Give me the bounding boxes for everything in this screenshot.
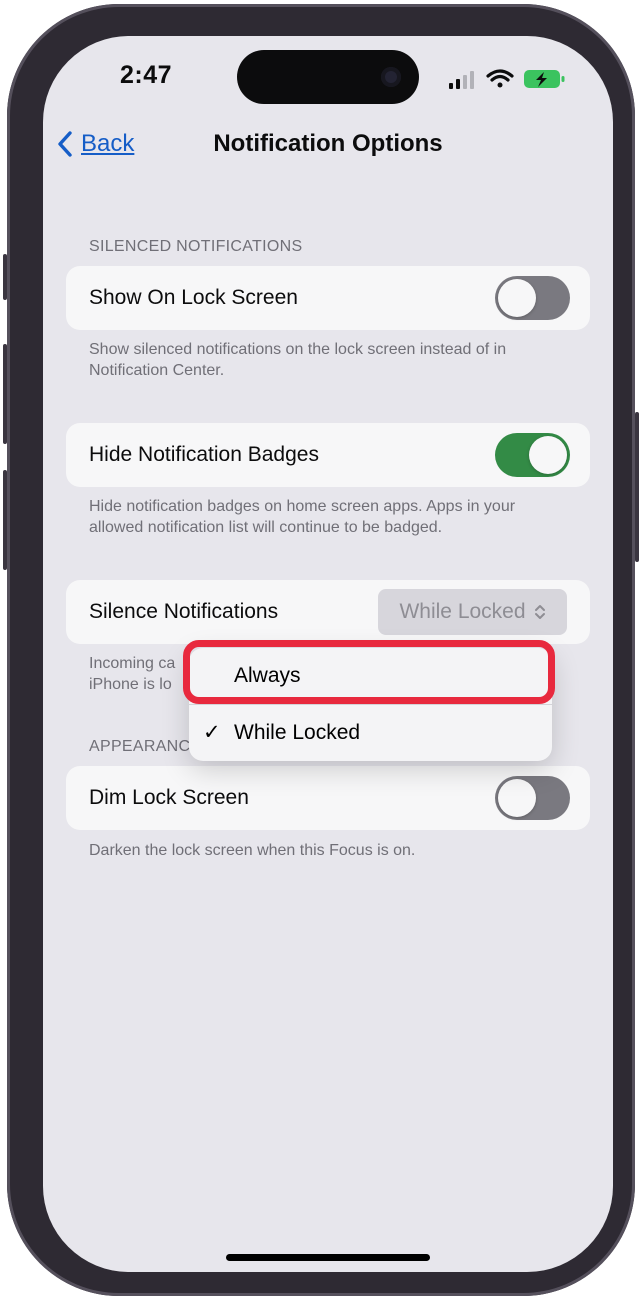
menu-item-label: While Locked bbox=[234, 721, 361, 744]
dynamic-island bbox=[237, 50, 419, 104]
row-label: Hide Notification Badges bbox=[89, 443, 319, 466]
dim-lock-screen-toggle[interactable] bbox=[495, 776, 570, 820]
page-title: Notification Options bbox=[213, 130, 443, 157]
footnote-hide-badges: Hide notification badges on home screen … bbox=[89, 498, 516, 536]
wifi-icon bbox=[486, 69, 514, 88]
menu-item-while-locked[interactable]: ✓ While Locked bbox=[189, 705, 552, 761]
phone-frame: 2:47 Back Notification Options SILENCED … bbox=[3, 4, 639, 1296]
checkmark-icon: ✓ bbox=[203, 721, 221, 744]
popup-selected-value: While Locked bbox=[399, 600, 526, 623]
silence-notifications-menu: Always ✓ While Locked bbox=[189, 648, 552, 761]
show-on-lock-screen-toggle[interactable] bbox=[495, 276, 570, 320]
hide-badges-toggle[interactable] bbox=[495, 433, 570, 477]
section-header-appearance: APPEARANC bbox=[89, 738, 191, 755]
screen: 2:47 Back Notification Options SILENCED … bbox=[43, 36, 613, 1272]
menu-item-label: Always bbox=[234, 664, 301, 687]
battery-charging-icon bbox=[524, 70, 565, 88]
front-camera-icon bbox=[381, 67, 401, 87]
home-indicator[interactable] bbox=[226, 1254, 430, 1261]
menu-item-always[interactable]: Always bbox=[189, 648, 552, 704]
row-dim-lock-screen: Dim Lock Screen bbox=[66, 766, 590, 830]
footnote-dim-lock-screen: Darken the lock screen when this Focus i… bbox=[89, 842, 416, 859]
power-button bbox=[635, 412, 639, 562]
row-label: Silence Notifications bbox=[89, 600, 279, 623]
row-label: Dim Lock Screen bbox=[89, 786, 249, 809]
action-button bbox=[3, 254, 7, 300]
section-header-silenced: SILENCED NOTIFICATIONS bbox=[89, 238, 303, 255]
row-show-on-lock-screen: Show On Lock Screen bbox=[66, 266, 590, 330]
row-silence-notifications: Silence Notifications While Locked bbox=[66, 580, 590, 644]
cellular-signal-icon bbox=[449, 71, 474, 89]
footnote-show-on-lock-screen: Show silenced notifications on the lock … bbox=[89, 341, 507, 379]
silence-notifications-popup-button[interactable]: While Locked bbox=[378, 589, 567, 635]
volume-down-button bbox=[3, 470, 7, 570]
status-icons bbox=[449, 66, 569, 92]
toggle-knob bbox=[529, 436, 567, 474]
row-hide-notification-badges: Hide Notification Badges bbox=[66, 423, 590, 487]
volume-up-button bbox=[3, 344, 7, 444]
status-time: 2:47 bbox=[120, 61, 173, 89]
toggle-knob bbox=[498, 279, 536, 317]
chevron-up-down-icon bbox=[534, 605, 545, 619]
row-label: Show On Lock Screen bbox=[89, 286, 298, 309]
toggle-knob bbox=[498, 779, 536, 817]
